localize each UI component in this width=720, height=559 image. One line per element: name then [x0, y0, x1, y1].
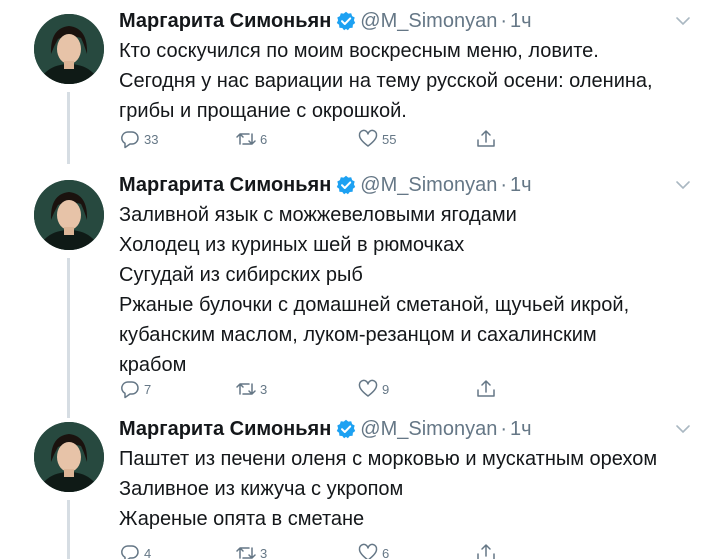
like-button[interactable]: 55 — [357, 128, 396, 150]
retweet-icon — [236, 547, 256, 559]
tweet-text-line: Кто соскучился по моим воскресным меню, … — [119, 40, 599, 62]
reply-button[interactable]: 7 — [119, 378, 151, 400]
retweet-button[interactable]: 3 — [235, 378, 267, 400]
tweet-text-line: Паштет из печени оленя с морковью и муск… — [119, 448, 658, 470]
separator-dot: · — [500, 9, 507, 32]
tweet-text-line: Жареные опята в сметане — [119, 508, 365, 530]
tweet-text-line: Сугудай из сибирских рыб — [119, 264, 363, 286]
avatar[interactable] — [34, 422, 104, 492]
tweet-text: Паштет из печени оленя с морковью и муск… — [119, 444, 700, 534]
tweet-actions: 4 3 6 — [119, 542, 539, 559]
share-icon — [477, 130, 495, 147]
verified-badge-icon — [337, 11, 356, 31]
retweet-icon — [236, 133, 256, 145]
retweet-icon — [236, 383, 256, 395]
like-button[interactable]: 9 — [357, 378, 389, 400]
like-icon — [358, 543, 378, 559]
tweet-text-line: Ржаные булочки с домашней сметаной, щучь… — [119, 294, 630, 316]
reply-icon — [121, 381, 139, 399]
author-name[interactable]: Маргарита Симоньян — [119, 418, 331, 441]
tweet-text-line: грибы и прощание с окрошкой. — [119, 100, 407, 122]
tweet-text: Заливной язык с можжевеловыми ягодами Хо… — [119, 200, 700, 380]
thread-line — [67, 500, 70, 559]
like-icon — [358, 379, 378, 397]
tweet-text-line: Сегодня у нас вариации на тему русской о… — [119, 70, 653, 92]
author-name[interactable]: Маргарита Симоньян — [119, 174, 331, 197]
like-count: 55 — [382, 131, 397, 147]
retweet-button[interactable]: 3 — [235, 542, 267, 559]
tweet-text-line: Холодец из куриных шей в рюмочках — [119, 234, 465, 256]
avatar[interactable] — [34, 180, 104, 250]
share-icon — [477, 380, 495, 397]
tweet-text-line: крабом — [119, 354, 187, 376]
author-handle[interactable]: @M_Simonyan — [360, 418, 497, 441]
reply-button[interactable]: 4 — [119, 542, 151, 559]
tweet-actions: 7 3 9 — [119, 378, 539, 402]
avatar-image — [34, 14, 104, 84]
verified-badge-icon — [337, 175, 356, 195]
retweet-count: 3 — [260, 381, 268, 397]
tweet-actions: 33 6 55 — [119, 128, 539, 152]
tweet-time[interactable]: 1ч — [510, 418, 532, 441]
tweet-time[interactable]: 1ч — [510, 10, 532, 33]
chevron-down-icon[interactable] — [674, 176, 692, 194]
thread-line — [67, 258, 70, 418]
chevron-down-icon[interactable] — [674, 12, 692, 30]
like-count: 6 — [382, 545, 390, 559]
separator-dot: · — [500, 173, 507, 196]
chevron-down-icon[interactable] — [674, 420, 692, 438]
verified-badge-icon — [337, 419, 356, 439]
retweet-count: 6 — [260, 131, 268, 147]
reply-button[interactable]: 33 — [119, 128, 158, 150]
retweet-count: 3 — [260, 545, 268, 559]
tweet-time[interactable]: 1ч — [510, 174, 532, 197]
share-button[interactable] — [475, 542, 497, 559]
retweet-button[interactable]: 6 — [235, 128, 267, 150]
like-icon — [358, 129, 378, 147]
share-button[interactable] — [475, 378, 497, 400]
avatar-image — [34, 422, 104, 492]
share-icon — [477, 544, 495, 559]
tweet-text: Кто соскучился по моим воскресным меню, … — [119, 36, 700, 126]
avatar-image — [34, 180, 104, 250]
like-button[interactable]: 6 — [357, 542, 389, 559]
separator-dot: · — [500, 417, 507, 440]
author-handle[interactable]: @M_Simonyan — [360, 174, 497, 197]
reply-icon — [121, 131, 139, 149]
reply-count: 4 — [144, 545, 152, 559]
avatar[interactable] — [34, 14, 104, 84]
tweet-text-line: Заливное из кижуча с укропом — [119, 478, 404, 500]
share-button[interactable] — [475, 128, 497, 150]
reply-count: 33 — [144, 131, 159, 147]
tweet-text-line: Заливной язык с можжевеловыми ягодами — [119, 204, 517, 226]
like-count: 9 — [382, 381, 390, 397]
reply-icon — [121, 545, 139, 559]
reply-count: 7 — [144, 381, 152, 397]
author-handle[interactable]: @M_Simonyan — [360, 10, 497, 33]
tweet-text-line: кубанским маслом, луком-резанцом и сахал… — [119, 324, 597, 346]
author-name[interactable]: Маргарита Симоньян — [119, 10, 331, 33]
thread-line — [67, 92, 70, 164]
